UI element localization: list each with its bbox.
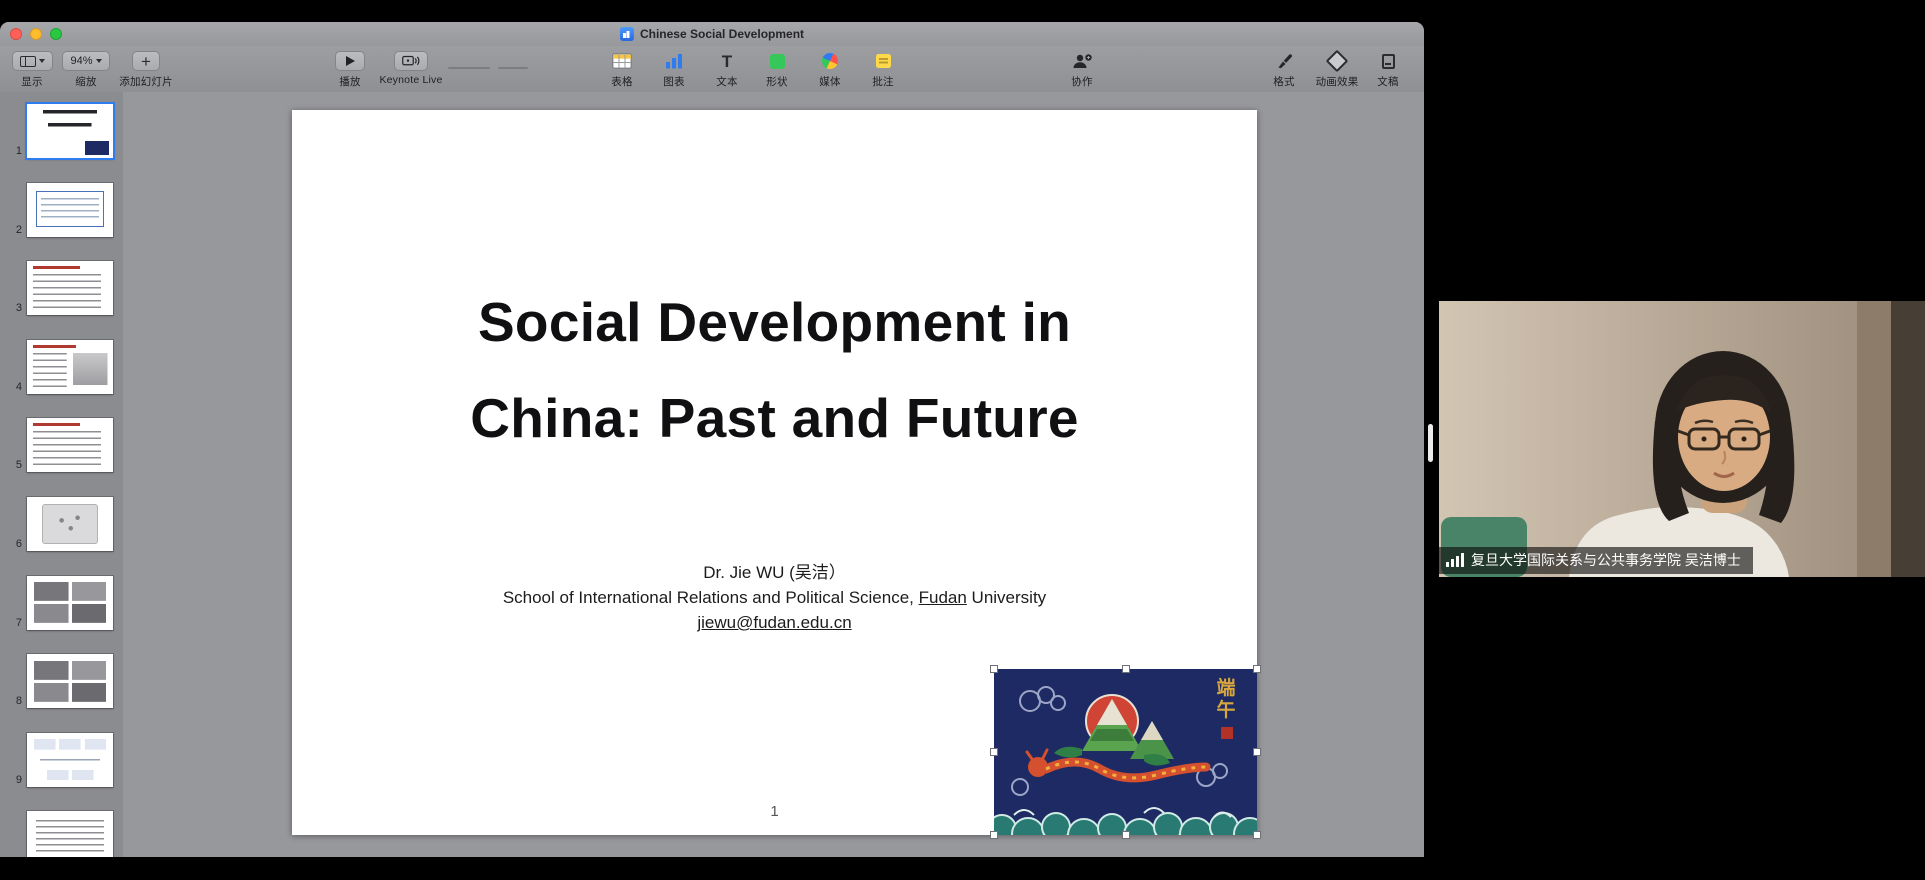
toolbar: 显示 94% 缩放 + 添加幻灯片 播放 — [0, 46, 1424, 93]
selection-handle-nw[interactable] — [990, 665, 998, 673]
slide-thumbnail[interactable] — [27, 576, 113, 630]
keynote-window: Chinese Social Development 显示 94% 缩放 + 添… — [0, 22, 1424, 857]
slide-thumbnail[interactable] — [27, 261, 113, 315]
view-icon — [20, 56, 36, 67]
slide-thumbnail[interactable] — [27, 183, 113, 237]
table-icon — [612, 53, 632, 69]
play-button[interactable]: 播放 — [330, 49, 370, 89]
slide-number: 7 — [4, 617, 22, 629]
document-icon — [1382, 54, 1395, 69]
shape-icon — [770, 54, 785, 69]
slide-number: 9 — [4, 774, 22, 786]
keynote-live-icon — [402, 53, 420, 69]
webcam-caption-text: 复旦大学国际关系与公共事务学院 吴洁博士 — [1471, 550, 1741, 570]
festival-red-seal — [1221, 727, 1233, 739]
slide-number: 2 — [4, 224, 22, 236]
insert-shape-button[interactable]: 形状 — [755, 49, 799, 89]
play-icon — [346, 56, 355, 66]
insert-comment-button[interactable]: 批注 — [861, 49, 905, 89]
festival-image[interactable]: 端 午 — [994, 669, 1257, 835]
zoom-window-button[interactable] — [50, 28, 62, 40]
slide-number: 8 — [4, 695, 22, 707]
affiliation-line: School of International Relations and Po… — [292, 585, 1257, 610]
keynote-doc-icon — [620, 27, 634, 41]
slide-thumbnail[interactable] — [27, 654, 113, 708]
traffic-lights — [10, 28, 62, 40]
collaborate-icon — [1071, 53, 1093, 69]
slide-canvas: Social Development in China: Past and Fu… — [123, 92, 1424, 857]
close-button[interactable] — [10, 28, 22, 40]
selection-handle-w[interactable] — [990, 748, 998, 756]
format-button[interactable]: 格式 — [1262, 49, 1306, 89]
slide-thumbnail[interactable] — [27, 733, 113, 787]
slide-title-line2: China: Past and Future — [292, 370, 1257, 466]
webcam-video[interactable]: 复旦大学国际关系与公共事务学院 吴洁博士 — [1439, 301, 1925, 577]
selection-handle-s[interactable] — [1122, 831, 1130, 839]
screen: Chinese Social Development 显示 94% 缩放 + 添… — [0, 0, 1925, 880]
insert-chart-button[interactable]: 图表 — [652, 49, 696, 89]
presenter-portrait — [1439, 301, 1925, 577]
author-line: Dr. Jie WU (吴洁） — [292, 560, 1257, 585]
slide-number: 1 — [4, 145, 22, 157]
comment-icon — [876, 54, 891, 68]
insert-media-button[interactable]: 媒体 — [808, 49, 852, 89]
window-title: Chinese Social Development — [620, 22, 804, 46]
scrollbar[interactable] — [1428, 424, 1433, 462]
window-title-text: Chinese Social Development — [640, 27, 804, 41]
slide-thumbnail[interactable] — [27, 340, 113, 394]
author-textbox[interactable]: Dr. Jie WU (吴洁） School of International … — [292, 560, 1257, 635]
selection-handle-sw[interactable] — [990, 831, 998, 839]
toolbar-separator — [448, 67, 490, 69]
text-icon: T — [722, 53, 732, 70]
selection-handle-n[interactable] — [1122, 665, 1130, 673]
view-button[interactable]: 显示 — [8, 49, 56, 89]
slide-title-textbox[interactable]: Social Development in China: Past and Fu… — [292, 274, 1257, 466]
slide-thumbnail[interactable] — [27, 104, 113, 158]
format-brush-icon — [1276, 53, 1293, 70]
slide-navigator[interactable]: 1 2 3 4 5 6 7 8 9 — [0, 92, 124, 857]
plus-icon: + — [141, 53, 151, 70]
chevron-down-icon — [96, 59, 102, 63]
media-icon — [819, 50, 840, 71]
slide-number: 6 — [4, 538, 22, 550]
selection-handle-se[interactable] — [1253, 831, 1261, 839]
slide-number: 4 — [4, 381, 22, 393]
selection-handle-ne[interactable] — [1253, 665, 1261, 673]
email-link[interactable]: jiewu@fudan.edu.cn — [292, 610, 1257, 635]
animate-button[interactable]: 动画效果 — [1307, 49, 1367, 89]
slide-number: 5 — [4, 459, 22, 471]
zoom-dropdown[interactable]: 94% 缩放 — [60, 49, 112, 89]
add-slide-button[interactable]: + 添加幻灯片 — [116, 49, 176, 89]
slide-thumbnail[interactable] — [27, 418, 113, 472]
slide-title-line1: Social Development in — [292, 274, 1257, 370]
keynote-live-button[interactable]: Keynote Live — [376, 49, 446, 86]
selection-handle-e[interactable] — [1253, 748, 1261, 756]
festival-seal-char-top: 端 — [1215, 679, 1237, 698]
slide-number: 3 — [4, 302, 22, 314]
collaborate-button[interactable]: 协作 — [1058, 49, 1106, 89]
festival-seal-char-bottom: 午 — [1215, 701, 1237, 720]
webcam-caption: 复旦大学国际关系与公共事务学院 吴洁博士 — [1439, 547, 1753, 574]
titlebar[interactable]: Chinese Social Development — [0, 22, 1424, 47]
insert-table-button[interactable]: 表格 — [600, 49, 644, 89]
slide-thumbnail[interactable] — [27, 497, 113, 551]
animate-diamond-icon — [1326, 50, 1349, 73]
signal-strength-icon — [1446, 553, 1464, 567]
chevron-down-icon — [39, 59, 45, 63]
document-button[interactable]: 文稿 — [1366, 49, 1410, 89]
slide: Social Development in China: Past and Fu… — [292, 110, 1257, 835]
toolbar-separator — [498, 67, 528, 69]
chart-icon — [665, 53, 683, 69]
fudan-underlined: Fudan — [919, 588, 967, 607]
slide-thumbnail[interactable] — [27, 811, 113, 857]
insert-text-button[interactable]: T 文本 — [705, 49, 749, 89]
minimize-button[interactable] — [30, 28, 42, 40]
